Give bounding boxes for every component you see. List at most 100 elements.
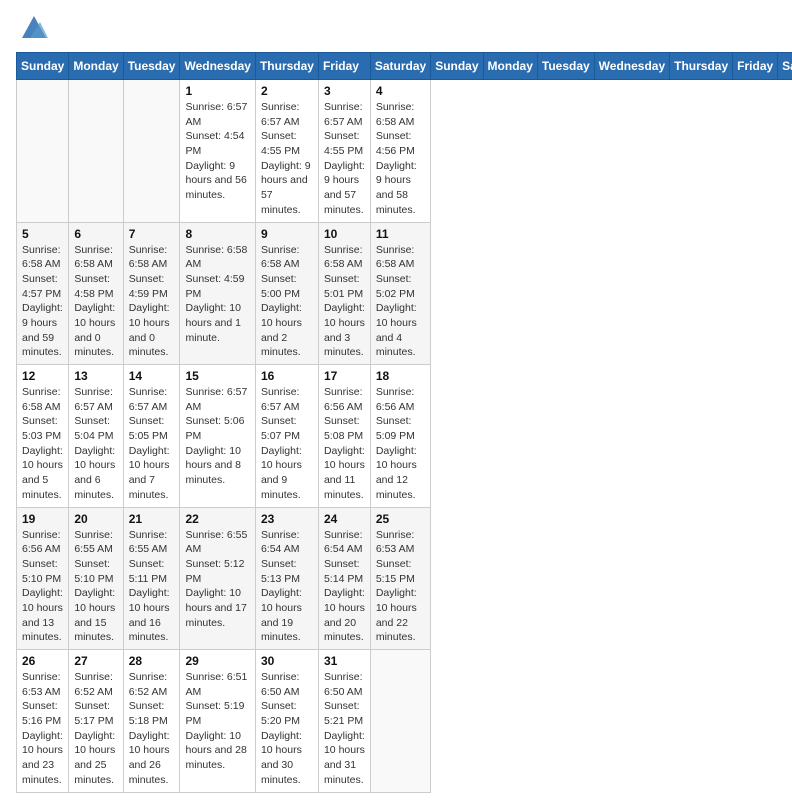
day-info: Sunrise: 6:55 AM Sunset: 5:10 PM Dayligh… — [74, 528, 117, 646]
weekday-header: Friday — [733, 53, 778, 80]
day-number: 11 — [376, 227, 425, 241]
day-info: Sunrise: 6:52 AM Sunset: 5:17 PM Dayligh… — [74, 670, 117, 788]
day-number: 25 — [376, 512, 425, 526]
calendar-cell — [123, 80, 180, 223]
day-number: 22 — [185, 512, 249, 526]
day-number: 6 — [74, 227, 117, 241]
calendar-cell: 26 Sunrise: 6:53 AM Sunset: 5:16 PM Dayli… — [17, 650, 69, 793]
day-number: 23 — [261, 512, 313, 526]
day-number: 10 — [324, 227, 365, 241]
day-number: 9 — [261, 227, 313, 241]
calendar-cell: 21Sunrise: 6:55 AM Sunset: 5:11 PM Dayli… — [123, 507, 180, 650]
day-number: 13 — [74, 369, 117, 383]
day-info: Sunrise: 6:57 AM Sunset: 5:06 PM Dayligh… — [185, 385, 249, 488]
day-info: Sunrise: 6:57 AM Sunset: 5:05 PM Dayligh… — [129, 385, 175, 503]
calendar-cell: 1Sunrise: 6:57 AM Sunset: 4:54 PM Daylig… — [180, 80, 255, 223]
day-number: 18 — [376, 369, 425, 383]
day-number: 24 — [324, 512, 365, 526]
day-info: Sunrise: 6:57 AM Sunset: 4:54 PM Dayligh… — [185, 100, 249, 203]
day-info: Sunrise: 6:54 AM Sunset: 5:13 PM Dayligh… — [261, 528, 313, 646]
calendar-week-row: 19 Sunrise: 6:56 AM Sunset: 5:10 PM Dayli… — [17, 507, 792, 650]
calendar-cell: 27 Sunrise: 6:52 AM Sunset: 5:17 PM Dayli… — [69, 650, 123, 793]
day-info: Sunrise: 6:58 AM Sunset: 5:00 PM Dayligh… — [261, 243, 313, 361]
day-info: Sunrise: 6:56 AM Sunset: 5:09 PM Dayligh… — [376, 385, 425, 503]
weekday-header: Wednesday — [594, 53, 669, 80]
calendar-cell: 13 Sunrise: 6:57 AM Sunset: 5:04 PM Dayli… — [69, 365, 123, 508]
calendar-cell: 17Sunrise: 6:56 AM Sunset: 5:08 PM Dayli… — [318, 365, 370, 508]
day-number: 30 — [261, 654, 313, 668]
weekday-header: Tuesday — [537, 53, 594, 80]
day-info: Sunrise: 6:58 AM Sunset: 5:01 PM Dayligh… — [324, 243, 365, 361]
day-info: Sunrise: 6:57 AM Sunset: 5:04 PM Dayligh… — [74, 385, 117, 503]
day-of-week-header: Monday — [69, 53, 123, 80]
calendar-header-row: SundayMondayTuesdayWednesdayThursdayFrid… — [17, 53, 792, 80]
day-number: 26 — [22, 654, 63, 668]
day-number: 27 — [74, 654, 117, 668]
day-number: 29 — [185, 654, 249, 668]
calendar-week-row: 12 Sunrise: 6:58 AM Sunset: 5:03 PM Dayli… — [17, 365, 792, 508]
weekday-header: Saturday — [778, 53, 792, 80]
calendar-cell: 12 Sunrise: 6:58 AM Sunset: 5:03 PM Dayli… — [17, 365, 69, 508]
calendar-cell: 15 Sunrise: 6:57 AM Sunset: 5:06 PM Dayli… — [180, 365, 255, 508]
day-number: 7 — [129, 227, 175, 241]
day-number: 3 — [324, 84, 365, 98]
calendar-cell: 7 Sunrise: 6:58 AM Sunset: 4:59 PM Daylig… — [123, 222, 180, 365]
day-of-week-header: Sunday — [17, 53, 69, 80]
day-number: 15 — [185, 369, 249, 383]
calendar-cell: 9 Sunrise: 6:58 AM Sunset: 5:00 PM Daylig… — [255, 222, 318, 365]
calendar-week-row: 26 Sunrise: 6:53 AM Sunset: 5:16 PM Dayli… — [17, 650, 792, 793]
day-of-week-header: Thursday — [255, 53, 318, 80]
day-info: Sunrise: 6:58 AM Sunset: 4:58 PM Dayligh… — [74, 243, 117, 361]
weekday-header: Sunday — [431, 53, 483, 80]
calendar-cell: 31Sunrise: 6:50 AM Sunset: 5:21 PM Dayli… — [318, 650, 370, 793]
day-number: 19 — [22, 512, 63, 526]
day-info: Sunrise: 6:57 AM Sunset: 5:07 PM Dayligh… — [261, 385, 313, 503]
day-info: Sunrise: 6:52 AM Sunset: 5:18 PM Dayligh… — [129, 670, 175, 788]
calendar-cell — [17, 80, 69, 223]
day-of-week-header: Friday — [318, 53, 370, 80]
day-info: Sunrise: 6:58 AM Sunset: 4:59 PM Dayligh… — [129, 243, 175, 361]
calendar-week-row: 1Sunrise: 6:57 AM Sunset: 4:54 PM Daylig… — [17, 80, 792, 223]
day-info: Sunrise: 6:58 AM Sunset: 4:57 PM Dayligh… — [22, 243, 63, 361]
calendar-cell: 30 Sunrise: 6:50 AM Sunset: 5:20 PM Dayli… — [255, 650, 318, 793]
day-info: Sunrise: 6:53 AM Sunset: 5:15 PM Dayligh… — [376, 528, 425, 646]
day-of-week-header: Tuesday — [123, 53, 180, 80]
day-number: 21 — [129, 512, 175, 526]
calendar-cell: 8Sunrise: 6:58 AM Sunset: 4:59 PM Daylig… — [180, 222, 255, 365]
logo — [16, 16, 48, 40]
day-info: Sunrise: 6:53 AM Sunset: 5:16 PM Dayligh… — [22, 670, 63, 788]
weekday-header: Monday — [483, 53, 537, 80]
calendar-cell: 24Sunrise: 6:54 AM Sunset: 5:14 PM Dayli… — [318, 507, 370, 650]
day-number: 28 — [129, 654, 175, 668]
day-number: 12 — [22, 369, 63, 383]
day-info: Sunrise: 6:56 AM Sunset: 5:10 PM Dayligh… — [22, 528, 63, 646]
page-header — [16, 16, 776, 40]
day-info: Sunrise: 6:58 AM Sunset: 5:03 PM Dayligh… — [22, 385, 63, 503]
calendar-cell: 29 Sunrise: 6:51 AM Sunset: 5:19 PM Dayli… — [180, 650, 255, 793]
calendar-cell: 25 Sunrise: 6:53 AM Sunset: 5:15 PM Dayli… — [370, 507, 430, 650]
calendar-cell — [69, 80, 123, 223]
calendar-cell: 5 Sunrise: 6:58 AM Sunset: 4:57 PM Daylig… — [17, 222, 69, 365]
day-number: 20 — [74, 512, 117, 526]
calendar-cell: 2Sunrise: 6:57 AM Sunset: 4:55 PM Daylig… — [255, 80, 318, 223]
calendar-cell: 10 Sunrise: 6:58 AM Sunset: 5:01 PM Dayli… — [318, 222, 370, 365]
day-info: Sunrise: 6:57 AM Sunset: 4:55 PM Dayligh… — [324, 100, 365, 218]
calendar-cell: 3 Sunrise: 6:57 AM Sunset: 4:55 PM Daylig… — [318, 80, 370, 223]
calendar-week-row: 5 Sunrise: 6:58 AM Sunset: 4:57 PM Daylig… — [17, 222, 792, 365]
day-number: 4 — [376, 84, 425, 98]
day-info: Sunrise: 6:50 AM Sunset: 5:20 PM Dayligh… — [261, 670, 313, 788]
calendar-cell: 4 Sunrise: 6:58 AM Sunset: 4:56 PM Daylig… — [370, 80, 430, 223]
day-info: Sunrise: 6:51 AM Sunset: 5:19 PM Dayligh… — [185, 670, 249, 773]
day-number: 17 — [324, 369, 365, 383]
calendar-cell: 18 Sunrise: 6:56 AM Sunset: 5:09 PM Dayli… — [370, 365, 430, 508]
calendar-cell: 11 Sunrise: 6:58 AM Sunset: 5:02 PM Dayli… — [370, 222, 430, 365]
day-number: 5 — [22, 227, 63, 241]
day-info: Sunrise: 6:58 AM Sunset: 4:56 PM Dayligh… — [376, 100, 425, 218]
calendar-cell — [370, 650, 430, 793]
day-number: 2 — [261, 84, 313, 98]
day-info: Sunrise: 6:58 AM Sunset: 5:02 PM Dayligh… — [376, 243, 425, 361]
day-number: 31 — [324, 654, 365, 668]
calendar-cell: 19 Sunrise: 6:56 AM Sunset: 5:10 PM Dayli… — [17, 507, 69, 650]
logo-icon — [20, 12, 48, 40]
calendar-cell: 14Sunrise: 6:57 AM Sunset: 5:05 PM Dayli… — [123, 365, 180, 508]
